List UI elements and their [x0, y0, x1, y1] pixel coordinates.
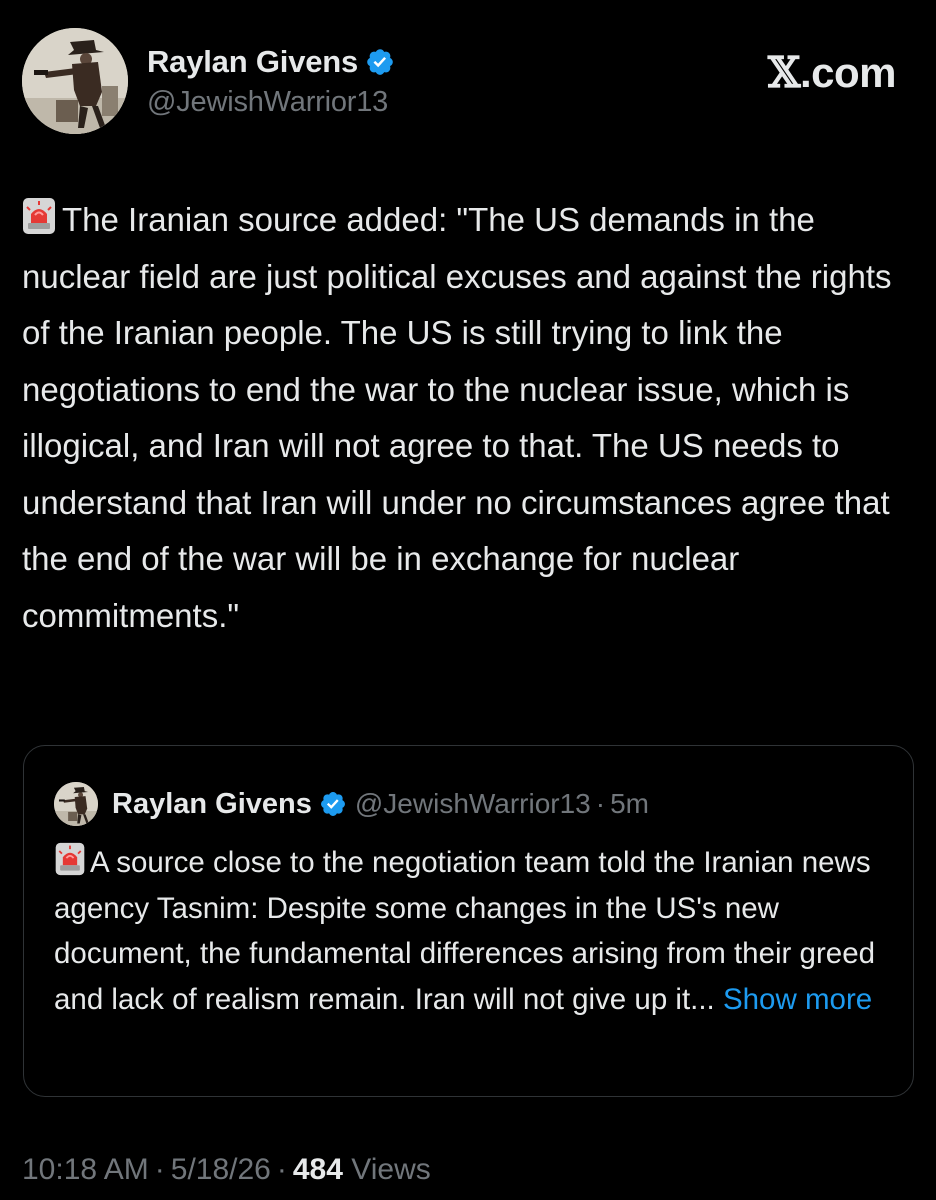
- avatar[interactable]: [22, 28, 128, 134]
- police-siren-icon: [55, 842, 85, 876]
- quoted-tweet-card[interactable]: Raylan Givens @JewishWarrior13 · 5m A so…: [23, 745, 914, 1097]
- author-block: Raylan Givens @JewishWarrior13: [147, 44, 395, 119]
- post-date[interactable]: 5/18/26: [171, 1153, 271, 1186]
- tweet-meta: 10:18 AM · 5/18/26 · 484 Views: [22, 1153, 431, 1187]
- verified-badge-icon[interactable]: [365, 47, 395, 77]
- verified-badge-icon: [320, 792, 345, 816]
- tweet-body: The Iranian source added: "The US demand…: [22, 201, 892, 634]
- quoted-tweet-header: Raylan Givens @JewishWarrior13 · 5m: [54, 782, 649, 826]
- show-more-link[interactable]: Show more: [723, 983, 872, 1016]
- quoted-tweet-text: A source close to the negotiation team t…: [54, 840, 899, 1022]
- western-gunslinger-avatar-icon: [54, 782, 98, 826]
- separator-dot: ·: [276, 1153, 287, 1186]
- tweet-screenshot: Raylan Givens @JewishWarrior13 𝕏.com The…: [0, 0, 936, 1200]
- tweet-text: The Iranian source added: "The US demand…: [22, 192, 917, 644]
- x-com-logo: 𝕏.com: [767, 48, 897, 97]
- post-time[interactable]: 10:18 AM: [22, 1153, 149, 1186]
- separator-dot: ·: [595, 788, 606, 819]
- handle[interactable]: @JewishWarrior13: [147, 86, 395, 119]
- tweet-header: Raylan Givens @JewishWarrior13 𝕏.com: [22, 28, 914, 138]
- western-gunslinger-avatar-icon: [22, 28, 128, 134]
- views-label: Views: [351, 1153, 431, 1186]
- police-siren-icon: [23, 198, 55, 234]
- display-name[interactable]: Raylan Givens: [147, 44, 358, 80]
- quoted-handle[interactable]: @JewishWarrior13: [355, 788, 591, 820]
- views-count: 484: [292, 1153, 343, 1186]
- quoted-timestamp[interactable]: 5m: [610, 788, 649, 820]
- name-row: Raylan Givens: [147, 44, 395, 80]
- quoted-display-name[interactable]: Raylan Givens: [112, 788, 312, 821]
- separator-dot: ·: [154, 1153, 165, 1186]
- x-logo-icon: 𝕏: [767, 48, 801, 97]
- x-com-suffix: .com: [799, 49, 897, 96]
- quoted-avatar[interactable]: [54, 782, 98, 826]
